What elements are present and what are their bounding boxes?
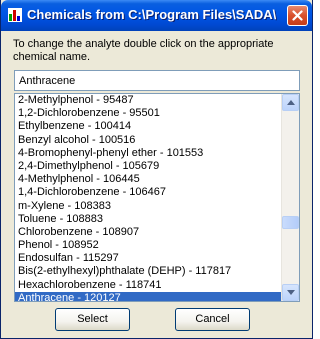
cancel-button[interactable]: Cancel bbox=[175, 308, 250, 331]
list-item[interactable]: 1,2-Dichlorobenzene - 95501 bbox=[15, 107, 282, 120]
list-item[interactable]: Hexachlorobenzene - 118741 bbox=[15, 279, 282, 292]
analyte-input[interactable] bbox=[14, 70, 300, 91]
list-item[interactable]: Toluene - 108883 bbox=[15, 213, 282, 226]
list-item[interactable]: Ethylbenzene - 100414 bbox=[15, 120, 282, 133]
list-item[interactable]: m-Xylene - 108383 bbox=[15, 200, 282, 213]
list-item[interactable]: Anthracene - 120127 bbox=[15, 291, 282, 301]
close-icon bbox=[292, 10, 303, 21]
list-item[interactable]: 4-Bromophenyl-phenyl ether - 101553 bbox=[15, 147, 282, 160]
vertical-scrollbar[interactable] bbox=[281, 94, 299, 301]
scroll-thumb[interactable] bbox=[282, 216, 299, 229]
list-item[interactable]: Bis(2-ethylhexyl)phthalate (DEHP) - 1178… bbox=[15, 265, 282, 278]
list-item[interactable]: 2-Methylphenol - 95487 bbox=[15, 94, 282, 107]
arrow-down-icon bbox=[287, 290, 295, 295]
instruction-text: To change the analyte double click on th… bbox=[13, 38, 274, 63]
chemical-list: 2-Methylphenol - 95487 1,2-Dichlorobenzen… bbox=[15, 94, 282, 301]
arrow-up-icon bbox=[287, 100, 295, 105]
select-button[interactable]: Select bbox=[55, 308, 130, 331]
list-item[interactable]: 2,4-Dimethylphenol - 105679 bbox=[15, 160, 282, 173]
window-title: Chemicals from C:\Program Files\SADA\... bbox=[27, 7, 277, 22]
title-bar[interactable]: Chemicals from C:\Program Files\SADA\... bbox=[1, 0, 312, 31]
close-button[interactable] bbox=[287, 5, 308, 26]
list-item[interactable]: Phenol - 108952 bbox=[15, 239, 282, 252]
list-item[interactable]: 4-Methylphenol - 106445 bbox=[15, 173, 282, 186]
chart-icon bbox=[8, 8, 22, 22]
chemical-listbox[interactable]: 2-Methylphenol - 95487 1,2-Dichlorobenzen… bbox=[14, 93, 300, 302]
list-item[interactable]: Endosulfan - 115297 bbox=[15, 252, 282, 265]
scroll-up-button[interactable] bbox=[282, 94, 299, 111]
chemicals-dialog: Chemicals from C:\Program Files\SADA\...… bbox=[0, 0, 313, 339]
list-item[interactable]: Chlorobenzene - 108907 bbox=[15, 226, 282, 239]
scroll-down-button[interactable] bbox=[282, 284, 299, 301]
list-item[interactable]: 1,4-Dichlorobenzene - 106467 bbox=[15, 186, 282, 199]
list-item[interactable]: Benzyl alcohol - 100516 bbox=[15, 134, 282, 147]
